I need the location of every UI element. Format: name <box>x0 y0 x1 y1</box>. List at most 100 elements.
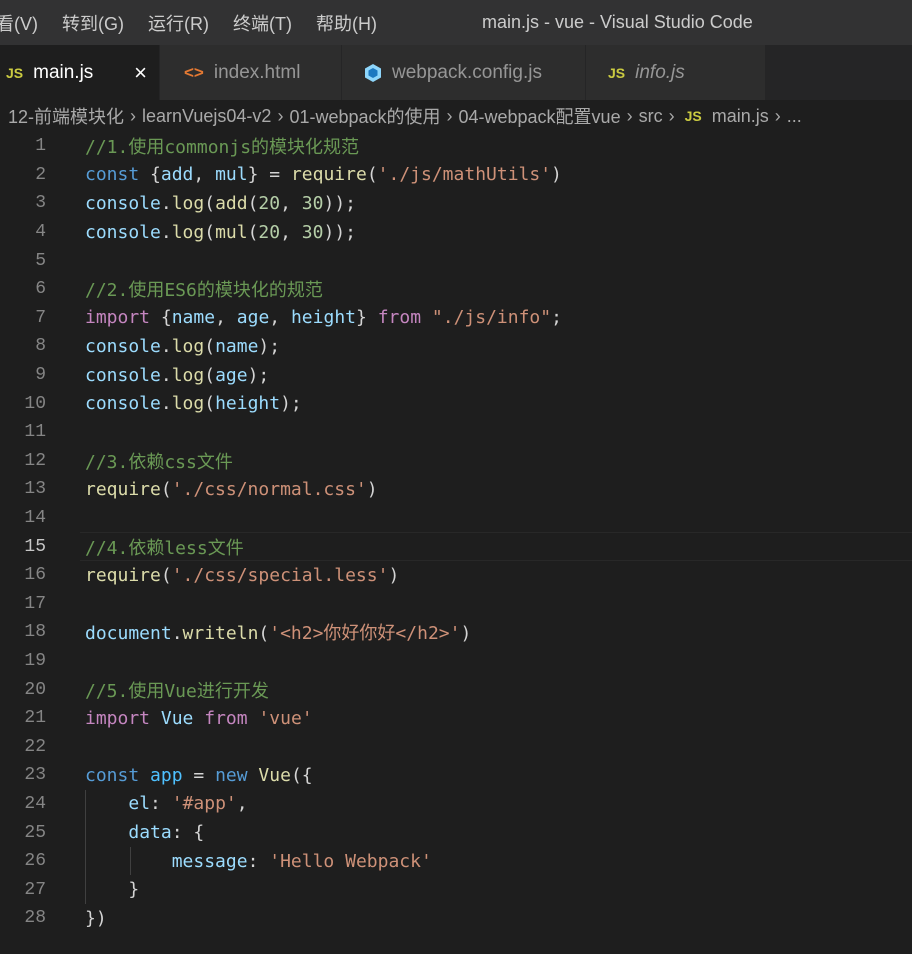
code-text: data: { <box>85 822 204 843</box>
code-token: log <box>171 393 205 415</box>
line-number: 7 <box>35 307 46 328</box>
code-text: //4.依赖less文件 <box>85 534 244 560</box>
code-line[interactable]: 4 console.log(mul(20, 30)); <box>0 218 912 247</box>
code-line[interactable]: 17 <box>0 590 912 619</box>
code-line[interactable]: 10 console.log(height); <box>0 389 912 418</box>
code-token: mul <box>215 221 248 243</box>
code-token: : { <box>171 822 205 844</box>
tab-webpack-config[interactable]: webpack.config.js <box>342 45 586 100</box>
code-line[interactable]: 23 const app = new Vue({ <box>0 761 912 790</box>
code-line[interactable]: 18 document.writeln('<h2>你好你好</h2>') <box>0 618 912 647</box>
breadcrumb-item[interactable]: 04-webpack配置vue <box>459 103 621 129</box>
code-token: ( <box>204 221 216 243</box>
code-token: add <box>160 164 194 186</box>
code-line[interactable]: 2 const {add, mul} = require('./js/mathUt… <box>0 161 912 190</box>
breadcrumb-item[interactable]: main.js <box>712 106 769 127</box>
code-editor[interactable]: 1//1.使用commonjs的模块化规范 2 const {add, mul} =… <box>0 132 912 933</box>
code-line[interactable]: 7 import {name, age, height} from "./js/i… <box>0 304 912 333</box>
code-token: import <box>85 307 151 329</box>
code-text: import Vue from 'vue' <box>85 708 313 729</box>
code-token: ); <box>280 393 302 415</box>
code-line[interactable]: 6 //2.使用ES6的模块化的规范 <box>0 275 912 304</box>
code-token: ( <box>160 564 172 586</box>
code-token: ) <box>460 623 472 645</box>
code-token: './js/mathUtils' <box>377 164 552 186</box>
code-text: } <box>85 879 139 900</box>
code-token: log <box>171 221 205 243</box>
code-text: console.log(name); <box>85 336 280 357</box>
menu-run[interactable]: 运行(R) <box>136 0 221 45</box>
breadcrumb-item[interactable]: ... <box>787 106 802 127</box>
code-line[interactable]: 24 el: '#app', <box>0 789 912 819</box>
code-token: name <box>171 307 216 329</box>
breadcrumb-item[interactable]: learnVuejs04-v2 <box>142 106 271 127</box>
chevron-right-icon: › <box>668 105 675 126</box>
code-token: console <box>85 335 161 357</box>
line-number: 5 <box>35 250 46 271</box>
tab-main-js[interactable]: JS main.js × <box>0 45 160 100</box>
code-line[interactable]: 21 import Vue from 'vue' <box>0 704 912 733</box>
close-icon[interactable]: × <box>134 60 147 86</box>
code-token: new <box>215 764 248 786</box>
code-token: age <box>215 364 248 386</box>
code-text: el: '#app', <box>85 793 247 815</box>
code-line[interactable]: 1 //1.使用commonjs的模块化规范 <box>0 132 912 161</box>
line-number: 20 <box>24 679 46 700</box>
menu-view[interactable]: 看(V) <box>0 0 50 45</box>
code-line[interactable]: 20 //5.使用Vue进行开发 <box>0 675 912 704</box>
code-token: ( <box>258 623 270 645</box>
code-line[interactable]: 15 //4.依赖less文件 <box>0 532 912 561</box>
menu-goto[interactable]: 转到(G) <box>50 0 136 45</box>
breadcrumb-item[interactable]: 12-前端模块化 <box>8 103 124 129</box>
code-line[interactable]: 8 console.log(name); <box>0 332 912 361</box>
code-line[interactable]: 19 <box>0 647 912 676</box>
menu-help[interactable]: 帮助(H) <box>304 0 389 45</box>
code-text: require('./css/normal.css') <box>85 479 378 500</box>
breadcrumb-item[interactable]: 01-webpack的使用 <box>289 103 440 129</box>
code-line[interactable]: 22 <box>0 732 912 761</box>
code-token: 30 <box>301 192 324 214</box>
code-line[interactable]: 16 require('./css/special.less') <box>0 561 912 590</box>
indent-guide <box>85 875 86 905</box>
code-line[interactable]: 25 data: { <box>0 818 912 847</box>
code-token: } = <box>247 164 291 186</box>
code-token: ) <box>551 164 562 186</box>
line-number: 9 <box>35 365 46 386</box>
code-token: add <box>215 192 248 214</box>
code-line[interactable]: 5 <box>0 246 912 275</box>
tab-info-js[interactable]: JS info.js <box>586 45 766 100</box>
code-text: console.log(height); <box>85 393 302 414</box>
line-number: 28 <box>24 908 46 929</box>
code-token: ( <box>160 478 172 500</box>
line-number: 19 <box>24 650 46 671</box>
code-line[interactable]: 26 message: 'Hello Webpack' <box>0 846 912 876</box>
breadcrumb-item[interactable]: src <box>639 106 663 127</box>
code-token: const <box>85 164 140 186</box>
code-line[interactable]: 14 <box>0 504 912 533</box>
code-token: '#app' <box>171 793 237 815</box>
code-token: , <box>215 307 237 329</box>
code-line[interactable]: 28}) <box>0 904 912 933</box>
code-line[interactable]: 27 } <box>0 875 912 905</box>
code-token: height <box>215 393 281 415</box>
code-token: ( <box>204 393 216 415</box>
code-token: } <box>85 879 140 901</box>
menu-terminal[interactable]: 终端(T) <box>221 0 304 45</box>
tab-index-html[interactable]: <> index.html <box>160 45 342 100</box>
code-token: }) <box>85 907 107 929</box>
code-token: from <box>204 707 248 729</box>
code-token: ; <box>551 307 562 329</box>
code-token: require <box>85 478 161 500</box>
code-token: = <box>182 764 216 786</box>
code-line[interactable]: 11 <box>0 418 912 447</box>
code-token: ( <box>247 221 259 243</box>
code-token: '<h2>你好你好</h2>' <box>269 623 461 645</box>
code-line[interactable]: 3 console.log(add(20, 30)); <box>0 189 912 218</box>
code-token: , <box>193 164 216 186</box>
code-token: . <box>160 192 172 214</box>
code-line[interactable]: 9 console.log(age); <box>0 361 912 390</box>
code-line[interactable]: 12 //3.依赖css文件 <box>0 447 912 476</box>
code-line[interactable]: 13 require('./css/normal.css') <box>0 475 912 504</box>
title-bar: 看(V) 转到(G) 运行(R) 终端(T) 帮助(H) main.js - v… <box>0 0 912 45</box>
